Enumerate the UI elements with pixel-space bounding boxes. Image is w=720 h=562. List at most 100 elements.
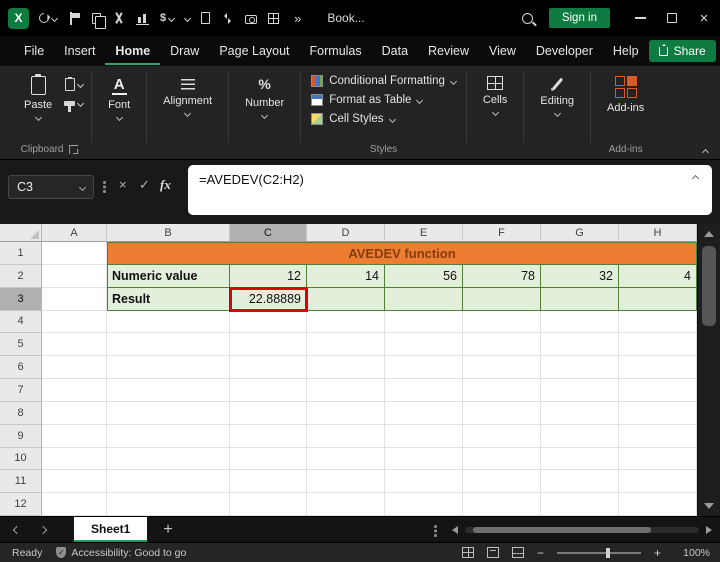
cell-B6[interactable] <box>107 356 230 379</box>
tab-bar-grip[interactable] <box>434 525 437 528</box>
cut-button[interactable] <box>112 12 125 25</box>
row-header-3[interactable]: 3 <box>0 288 42 311</box>
cell-C2[interactable]: 12 <box>230 265 307 288</box>
cell-G6[interactable] <box>541 356 619 379</box>
normal-view-icon[interactable] <box>462 547 474 558</box>
scroll-right-icon[interactable] <box>706 526 712 534</box>
cell-E8[interactable] <box>385 402 463 425</box>
close-button[interactable]: × <box>688 0 720 36</box>
cell-F3[interactable] <box>463 288 541 311</box>
zoom-level[interactable]: 100% <box>674 547 710 559</box>
column-header-H[interactable]: H <box>619 224 697 242</box>
cell-A7[interactable] <box>42 379 107 402</box>
cell-H5[interactable] <box>619 333 697 356</box>
addins-button[interactable]: Add-ins <box>599 72 652 143</box>
cell-E12[interactable] <box>385 493 463 516</box>
number-button[interactable]: % Number <box>237 72 292 143</box>
zoom-in-button[interactable]: + <box>654 547 661 559</box>
cell-D8[interactable] <box>307 402 385 425</box>
cell-B8[interactable] <box>107 402 230 425</box>
cell-A1[interactable] <box>42 242 107 265</box>
alignment-button[interactable]: Alignment <box>155 72 220 143</box>
next-sheet-icon[interactable] <box>39 525 47 533</box>
cell-C4[interactable] <box>230 311 307 334</box>
search-icon[interactable] <box>522 13 533 24</box>
new-file-button[interactable] <box>201 12 210 24</box>
column-header-E[interactable]: E <box>385 224 463 242</box>
row-header-11[interactable]: 11 <box>0 470 42 493</box>
horizontal-scrollbar-track[interactable] <box>465 527 699 533</box>
currency-button[interactable]: $ <box>160 12 174 25</box>
cell-F12[interactable] <box>463 493 541 516</box>
cell-C5[interactable] <box>230 333 307 356</box>
scroll-down-icon[interactable] <box>704 503 714 509</box>
cell-E2[interactable]: 56 <box>385 265 463 288</box>
cell-E4[interactable] <box>385 311 463 334</box>
cell-E6[interactable] <box>385 356 463 379</box>
row-header-5[interactable]: 5 <box>0 333 42 356</box>
vertical-scrollbar[interactable] <box>697 224 720 516</box>
cell-G10[interactable] <box>541 448 619 471</box>
cell-E7[interactable] <box>385 379 463 402</box>
collapse-formula-bar-icon[interactable] <box>692 175 699 182</box>
cell-D7[interactable] <box>307 379 385 402</box>
page-layout-view-icon[interactable] <box>487 547 499 558</box>
cell-D4[interactable] <box>307 311 385 334</box>
merged-title-cell-B1-H1[interactable]: AVEDEV function <box>107 242 697 265</box>
undo-button[interactable] <box>39 13 57 23</box>
name-box[interactable]: C3 <box>8 175 94 199</box>
chart-button[interactable] <box>136 12 149 25</box>
cell-E10[interactable] <box>385 448 463 471</box>
share-button[interactable]: Share <box>649 40 716 62</box>
formula-input[interactable]: =AVEDEV(C2:H2) <box>188 165 712 215</box>
collapse-ribbon-icon[interactable] <box>702 149 709 156</box>
new-sheet-button[interactable]: + <box>163 522 172 538</box>
cell-G12[interactable] <box>541 493 619 516</box>
cell-H6[interactable] <box>619 356 697 379</box>
tab-home[interactable]: Home <box>105 37 160 65</box>
select-all-corner[interactable] <box>0 224 42 242</box>
cell-F4[interactable] <box>463 311 541 334</box>
paste-options-button[interactable] <box>65 78 83 91</box>
cell-D9[interactable] <box>307 425 385 448</box>
switch-windows-button[interactable] <box>221 12 234 25</box>
row-header-12[interactable]: 12 <box>0 493 42 516</box>
cell-C11[interactable] <box>230 470 307 493</box>
cell-C3-selected[interactable]: 22.88889 <box>230 288 307 311</box>
cell-D5[interactable] <box>307 333 385 356</box>
horizontal-scrollbar[interactable] <box>452 517 712 542</box>
qat-dropdown-button[interactable] <box>185 16 190 21</box>
cell-D2[interactable]: 14 <box>307 265 385 288</box>
cell-B4[interactable] <box>107 311 230 334</box>
cell-C12[interactable] <box>230 493 307 516</box>
borders-button[interactable] <box>268 13 279 24</box>
row-header-4[interactable]: 4 <box>0 311 42 334</box>
tab-review[interactable]: Review <box>418 37 479 65</box>
sheet-tab-sheet1[interactable]: Sheet1 <box>74 517 147 542</box>
cell-H9[interactable] <box>619 425 697 448</box>
cell-A12[interactable] <box>42 493 107 516</box>
cell-A6[interactable] <box>42 356 107 379</box>
cell-H12[interactable] <box>619 493 697 516</box>
cell-F8[interactable] <box>463 402 541 425</box>
maximize-button[interactable] <box>656 0 688 36</box>
enter-button[interactable]: ✓ <box>139 178 150 191</box>
cell-D12[interactable] <box>307 493 385 516</box>
vertical-scrollbar-thumb[interactable] <box>702 246 716 326</box>
formula-bar-grip[interactable] <box>103 181 106 184</box>
cell-A4[interactable] <box>42 311 107 334</box>
editing-button[interactable]: Editing <box>532 72 582 143</box>
tab-draw[interactable]: Draw <box>160 37 209 65</box>
cell-D11[interactable] <box>307 470 385 493</box>
cell-D10[interactable] <box>307 448 385 471</box>
cell-C10[interactable] <box>230 448 307 471</box>
cell-B3[interactable]: Result <box>107 288 230 311</box>
qat-overflow-button[interactable]: » <box>294 11 301 26</box>
zoom-slider-knob[interactable] <box>606 548 610 558</box>
cell-H4[interactable] <box>619 311 697 334</box>
previous-sheet-icon[interactable] <box>13 525 21 533</box>
cell-E11[interactable] <box>385 470 463 493</box>
scroll-left-icon[interactable] <box>452 526 458 534</box>
cell-B10[interactable] <box>107 448 230 471</box>
redo-button[interactable] <box>68 12 81 25</box>
